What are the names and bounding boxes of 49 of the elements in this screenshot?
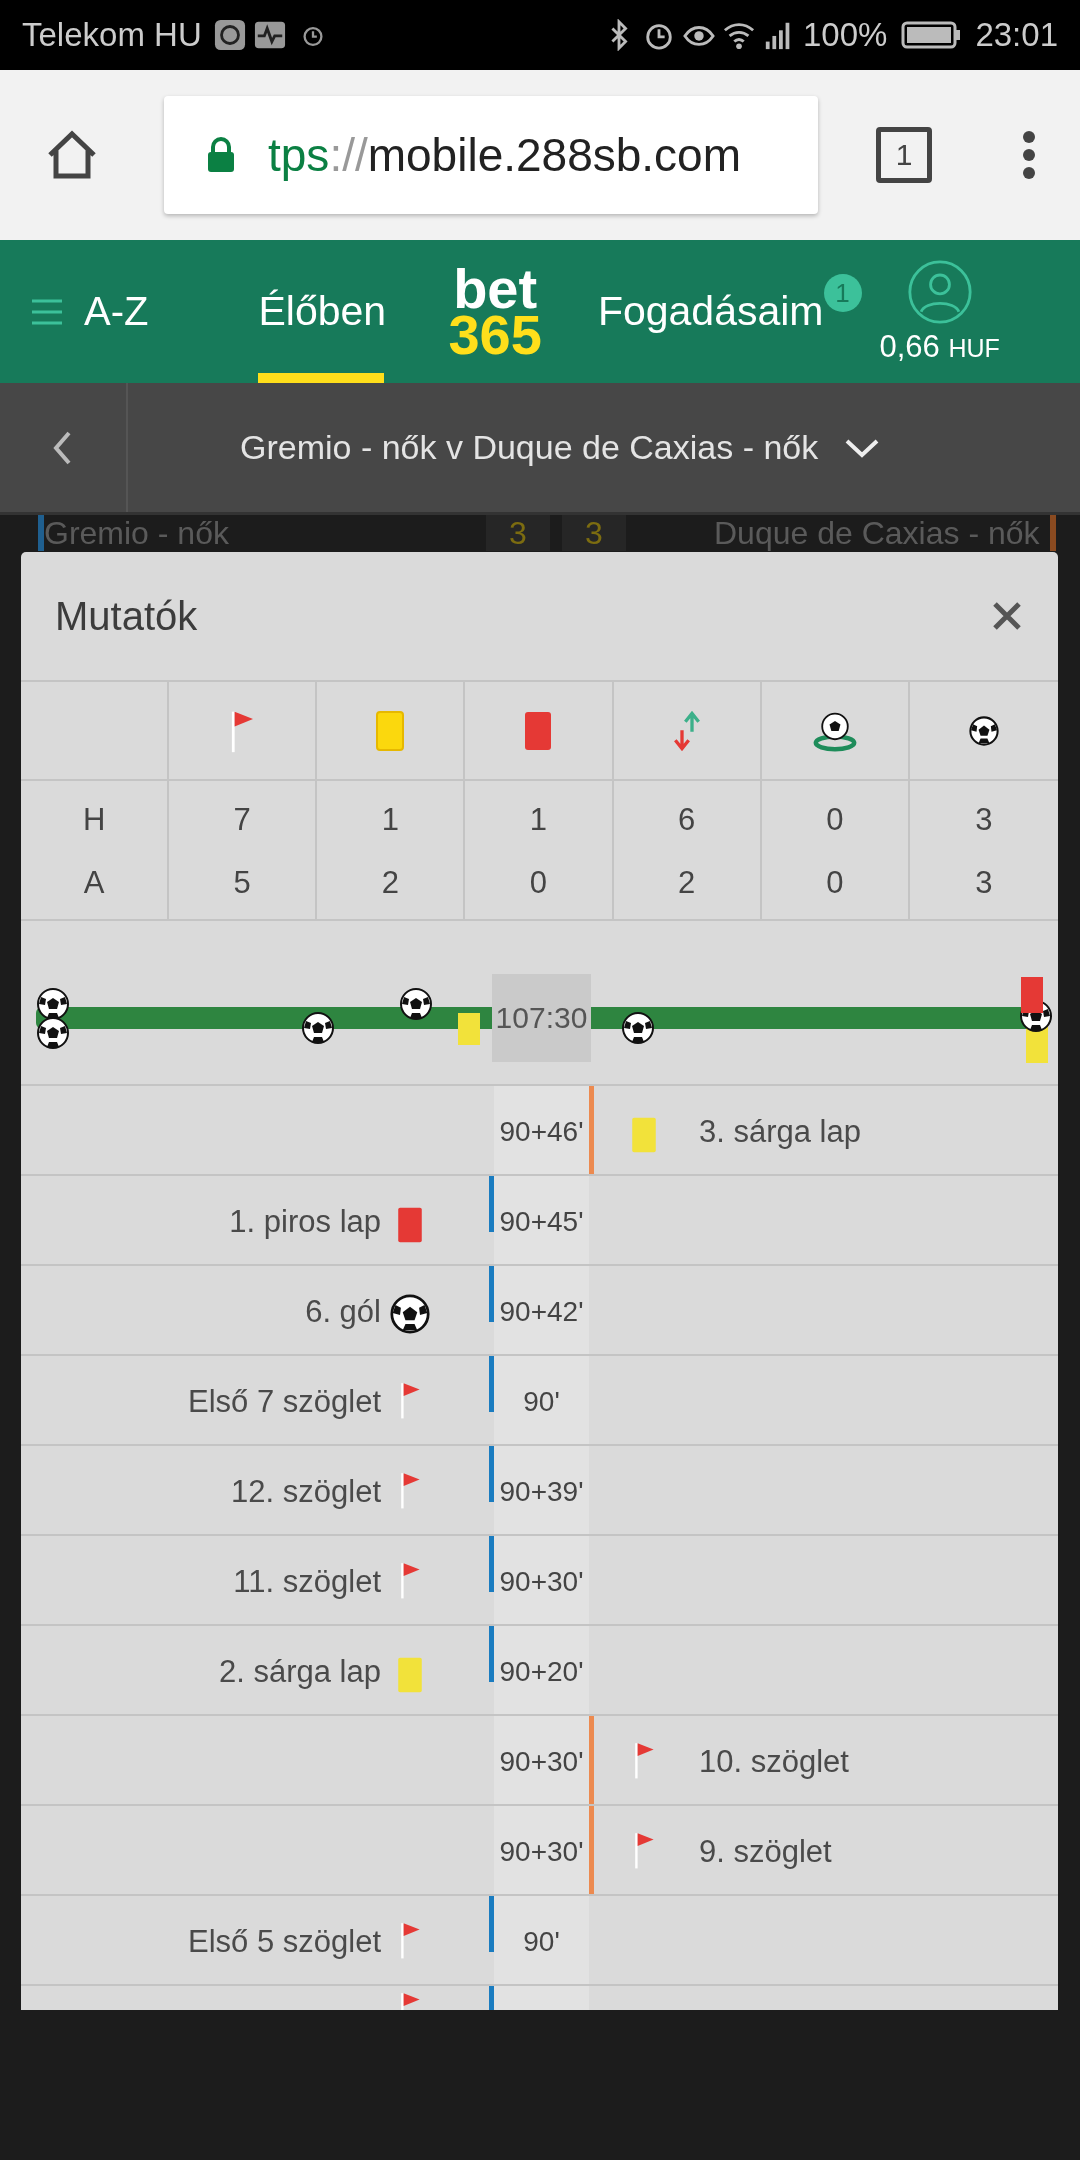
dialog-title: Mutatók [55, 593, 198, 639]
team-label: A [83, 865, 105, 901]
time-cell: 90' [494, 1896, 589, 1984]
balance: 0,66 HUF [879, 328, 1000, 365]
match-title[interactable]: Gremio - nők v Duque de Caxias - nők [240, 428, 819, 467]
time-cell: 90+42' [494, 1266, 589, 1354]
stat-value: 0 [826, 802, 844, 838]
stat-value: 2 [678, 865, 696, 901]
time-cell: 90+30' [494, 1536, 589, 1624]
stat-value: 0 [529, 865, 548, 901]
stat-value: 1 [381, 802, 399, 838]
stat-value: 3 [975, 802, 993, 838]
score: 3 [486, 515, 550, 551]
event-label: 12. szöglet [231, 1474, 381, 1510]
stat-value: 7 [233, 802, 251, 838]
clock-time: 23:01 [975, 16, 1058, 54]
nav-tab[interactable]: Fogadásaim [597, 240, 824, 383]
time-cell: 90' [494, 1356, 589, 1444]
tab-count-button[interactable]: 1 [876, 127, 932, 183]
stat-value: 2 [381, 865, 399, 901]
battery-percent: 100% [803, 16, 888, 54]
event-label: 11. szöglet [233, 1564, 381, 1600]
time-cell: 90+39' [494, 1446, 589, 1534]
carrier-name: Telekom HU [22, 16, 202, 54]
team-label: H [82, 802, 106, 838]
event-label: 6. gól [305, 1294, 381, 1330]
url-field[interactable]: tps://mobile.288sb.com [164, 96, 818, 214]
event-label: 1. piros lap [229, 1204, 381, 1240]
stat-value: 1 [529, 802, 548, 838]
time-cell: 90+46' [494, 1086, 589, 1174]
menu-button[interactable]: A-Z [0, 240, 149, 383]
stat-value: 0 [826, 865, 844, 901]
stat-value: 6 [678, 802, 696, 838]
score: 3 [562, 515, 626, 551]
count-badge: 1 [823, 274, 862, 312]
time-cell: 90+20' [494, 1626, 589, 1714]
time-cell: 90+45' [494, 1176, 589, 1264]
stat-value: 5 [233, 865, 251, 901]
event-label: Első 5 szöglet [188, 1924, 381, 1960]
event-label: Első 7 szöglet [188, 1384, 381, 1420]
logo[interactable]: bet 365 [448, 240, 542, 383]
match-clock: 107:30 [492, 974, 591, 1062]
time-cell: 90+30' [494, 1716, 589, 1804]
event-label: 10. szöglet [699, 1744, 849, 1780]
event-label: 2. sárga lap [219, 1654, 381, 1690]
event-label: 3. sárga lap [699, 1114, 861, 1150]
time-cell: 90+30' [494, 1806, 589, 1894]
stat-value: 3 [975, 865, 993, 901]
event-label: 9. szöglet [699, 1834, 832, 1870]
